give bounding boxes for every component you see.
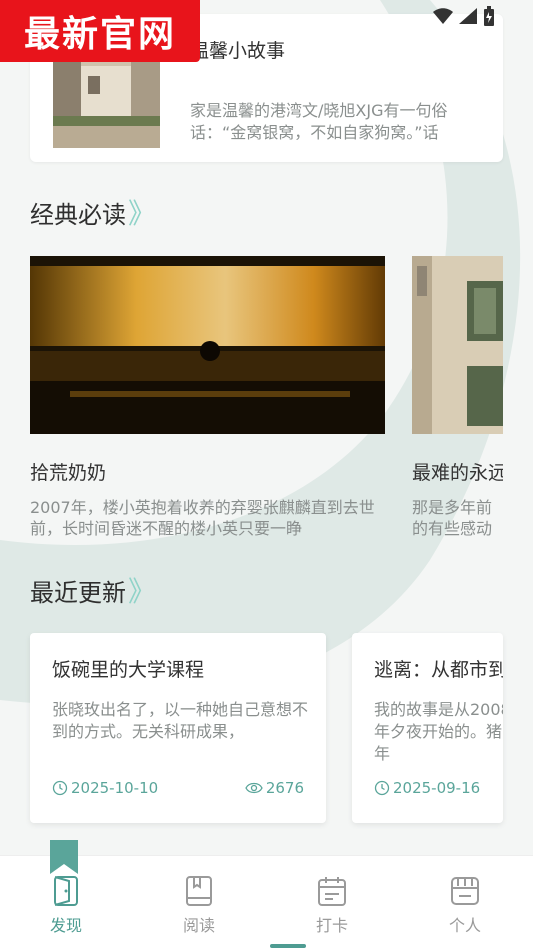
classic-item-title: 最难的永远 (412, 462, 503, 484)
calendar-checkin-icon (318, 877, 346, 906)
nav-checkin[interactable]: 打卡 (292, 874, 372, 936)
signal-icon (459, 8, 477, 24)
recent-item-card[interactable]: 饭碗里的大学课程 张晓玫出名了，以一种她自己意想不到的方式。无关科研成果， 20… (30, 633, 326, 823)
chevron-right-icon: 》 (128, 197, 157, 230)
classic-section-label: 经典必读 (30, 200, 126, 229)
classic-item-title[interactable]: 拾荒奶奶 (30, 458, 106, 485)
nav-read[interactable]: 阅读 (159, 874, 239, 936)
recent-item-description: 我的故事是从2008年夕夜开始的。猪年 (374, 700, 503, 763)
recent-item-title: 逃离：从都市到 (374, 659, 503, 681)
recent-item-title: 饭碗里的大学课程 (52, 659, 205, 681)
bottom-nav: 发现 阅读 打卡 个人 (0, 855, 533, 949)
wifi-icon (433, 8, 453, 24)
nav-discover[interactable]: 发现 (26, 874, 106, 936)
chevron-right-icon: 》 (128, 575, 157, 608)
nav-label: 发现 (49, 916, 82, 935)
home-indicator (270, 944, 306, 948)
status-bar (433, 6, 495, 26)
book-icon (186, 876, 212, 906)
recent-item-card[interactable]: 逃离：从都市到 我的故事是从2008年夕夜开始的。猪年 2025-09-16 (352, 633, 503, 823)
classic-item-title-wrap[interactable]: 最难的永远 (412, 458, 503, 485)
battery-icon (484, 6, 494, 26)
classic-item-image[interactable] (30, 256, 385, 434)
nav-label: 个人 (448, 916, 481, 935)
nav-label: 阅读 (182, 916, 215, 935)
recent-section-title: 最近更新 》 (30, 570, 156, 610)
bookmark-icon (50, 840, 78, 874)
story-description: 家是温馨的港湾文/晓旭XJG有一句俗话：“金窝银窝，不如自家狗窝。”话 (190, 101, 448, 142)
recent-section-label: 最近更新 (30, 578, 126, 607)
story-title: 温馨小故事 (190, 40, 286, 62)
watermark-badge: 最新官网 (0, 0, 200, 62)
classic-item-image[interactable] (412, 256, 503, 434)
clock-icon (374, 780, 390, 796)
discover-door-icon (54, 876, 78, 906)
recent-item-description: 张晓玫出名了，以一种她自己意想不到的方式。无关科研成果， (52, 700, 309, 741)
recent-item-views: 2676 (245, 779, 304, 797)
story-thumbnail (53, 56, 160, 148)
clock-icon (52, 780, 68, 796)
nav-profile[interactable]: 个人 (425, 874, 505, 936)
classic-item-description: 2007年，楼小英抱着收养的弃婴张麒麟直到去世前，长时间昏迷不醒的楼小英只要一睁 (30, 498, 375, 538)
recent-item-date: 2025-10-10 (52, 779, 158, 797)
profile-icon (451, 877, 479, 905)
recent-item-date: 2025-09-16 (374, 779, 480, 797)
eye-icon (245, 782, 263, 794)
classic-section-title: 经典必读 》 (30, 192, 156, 232)
nav-label: 打卡 (315, 916, 348, 935)
classic-item-description: 那是多年前的有些感动我终 (412, 498, 493, 541)
